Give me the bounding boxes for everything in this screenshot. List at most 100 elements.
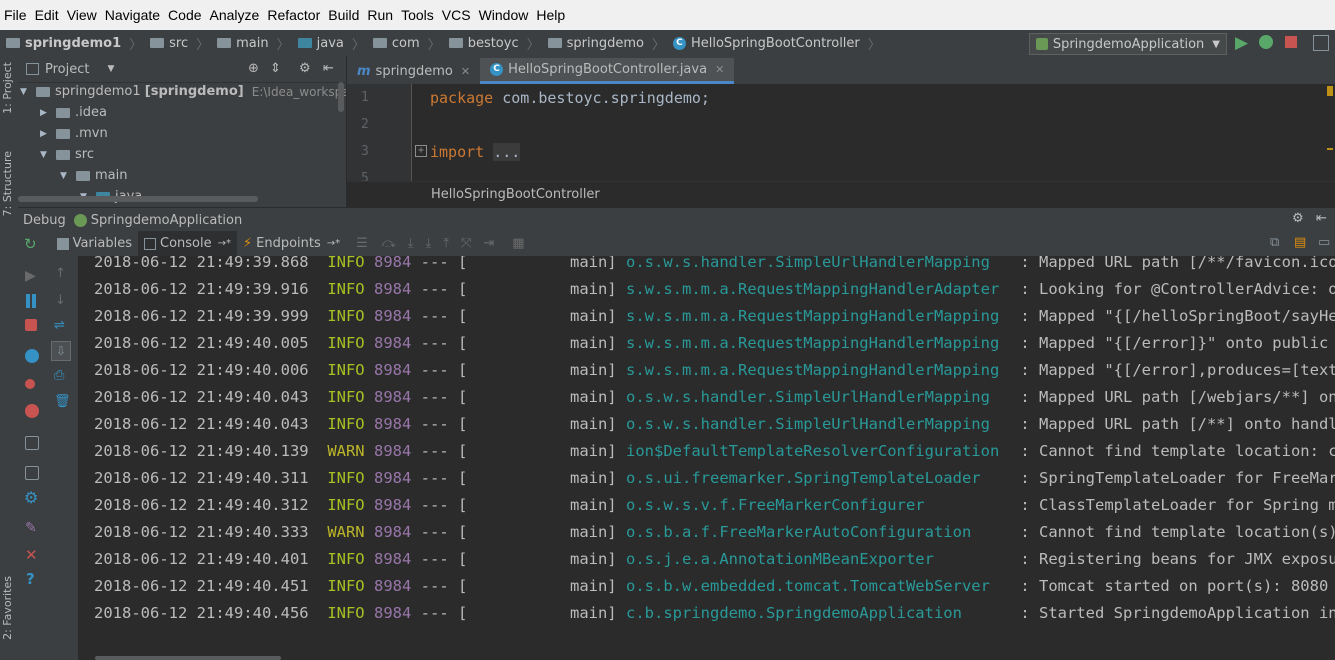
menu-help[interactable]: Help: [532, 7, 569, 23]
run-to-cursor-icon[interactable]: ⇥: [483, 236, 494, 251]
pin-icon[interactable]: →*: [327, 238, 340, 249]
pin-icon[interactable]: →*: [218, 238, 231, 249]
log-logger[interactable]: o.s.b.w.embedded.tomcat.TomcatWebServer: [626, 573, 1011, 600]
log-logger[interactable]: s.w.s.m.m.a.RequestMappingHandlerMapping: [626, 330, 1011, 357]
print-icon[interactable]: ⎙: [54, 368, 64, 383]
tree-item-project-root[interactable]: ▼ springdemo1 [springdemo] E:\Idea_works…: [20, 81, 346, 102]
log-logger[interactable]: ion$DefaultTemplateResolverConfiguration: [626, 438, 1011, 465]
breadcrumb-src[interactable]: src 〉: [150, 34, 209, 53]
menu-build[interactable]: Build: [324, 7, 363, 23]
gear-icon[interactable]: ⚙: [299, 61, 311, 76]
breadcrumb-main[interactable]: main 〉: [217, 34, 290, 53]
debug-icon[interactable]: [1259, 35, 1273, 49]
menu-run[interactable]: Run: [363, 7, 397, 23]
close-icon[interactable]: ✕: [715, 63, 724, 76]
settings-icon[interactable]: ▭: [1318, 235, 1330, 250]
force-step-into-icon[interactable]: ⤓: [425, 236, 431, 251]
log-logger[interactable]: o.s.ui.freemarker.SpringTemplateLoader: [626, 465, 1011, 492]
camera-icon[interactable]: [25, 436, 39, 450]
menu-code[interactable]: Code: [164, 7, 205, 23]
editor-breadcrumb-label[interactable]: HelloSpringBootController: [431, 187, 600, 202]
close-icon[interactable]: ✕: [25, 546, 38, 564]
pause-icon[interactable]: [26, 294, 30, 308]
tab-console[interactable]: Console →*: [138, 231, 237, 256]
log-logger[interactable]: o.s.w.s.handler.SimpleUrlHandlerMapping: [626, 384, 1011, 411]
clear-all-icon[interactable]: 🗑: [54, 394, 71, 409]
run-configuration-select[interactable]: SpringdemoApplication ▼: [1028, 33, 1227, 55]
code-editor[interactable]: 1 2 3 5 package com.bestoyc.springdemo; …: [347, 84, 1335, 181]
hide-icon[interactable]: ⇤: [1316, 211, 1327, 226]
console-output[interactable]: 2018-06-12 21:49:39.868 INFO 8984 --- [ …: [79, 256, 1335, 660]
tab-hello-controller[interactable]: C HelloSpringBootController.java ✕: [480, 58, 735, 84]
menu-navigate[interactable]: Navigate: [101, 7, 164, 23]
menu-view[interactable]: View: [63, 7, 101, 23]
debug-config-label[interactable]: SpringdemoApplication: [91, 213, 242, 228]
layout-icon[interactable]: [25, 466, 39, 480]
project-tool-tab[interactable]: 1: Project: [1, 62, 14, 114]
fold-expand-icon[interactable]: +: [415, 145, 427, 157]
tree-item-main[interactable]: ▼ main: [60, 165, 127, 186]
tree-item-idea[interactable]: ▶ .idea: [40, 102, 107, 123]
drop-frame-icon[interactable]: ⤧: [461, 236, 471, 251]
log-logger[interactable]: s.w.s.m.m.a.RequestMappingHandlerMapping: [626, 303, 1011, 330]
arrow-up-icon[interactable]: ↑: [55, 266, 66, 281]
chevron-down-icon[interactable]: ▼: [107, 64, 114, 74]
log-logger[interactable]: o.s.w.s.v.f.FreeMarkerConfigurer: [626, 492, 1011, 519]
gear-icon[interactable]: ⚙: [24, 488, 38, 507]
close-icon[interactable]: ✕: [461, 65, 470, 78]
breadcrumb-bestoyc[interactable]: bestoyc 〉: [448, 34, 540, 53]
log-logger[interactable]: o.s.w.s.handler.SimpleUrlHandlerMapping: [626, 411, 1011, 438]
stop-icon[interactable]: [1285, 36, 1297, 48]
log-logger[interactable]: s.w.s.m.m.a.RequestMappingHandlerMapping: [626, 357, 1011, 384]
resume-icon[interactable]: ▶: [25, 268, 39, 284]
structure-tool-tab[interactable]: 7: Structure: [1, 151, 14, 216]
collapse-icon[interactable]: ⇕: [270, 61, 281, 76]
menu-analyze[interactable]: Analyze: [206, 7, 264, 23]
arrow-down-icon[interactable]: ↓: [55, 293, 66, 308]
gear-icon[interactable]: ⚙: [1292, 211, 1304, 226]
tab-springdemo[interactable]: m springdemo ✕: [347, 58, 480, 84]
horizontal-scrollbar[interactable]: [18, 196, 258, 202]
log-logger[interactable]: s.w.s.m.m.a.RequestMappingHandlerAdapter: [626, 276, 1011, 303]
menu-edit[interactable]: Edit: [31, 7, 63, 23]
scroll-to-end-icon[interactable]: ⇩: [51, 341, 71, 361]
tree-item-src[interactable]: ▼ src: [40, 144, 94, 165]
breadcrumb-springdemo[interactable]: springdemo 〉: [547, 34, 665, 53]
pin-icon[interactable]: ✎: [25, 520, 37, 536]
step-over-icon[interactable]: ⤼: [382, 236, 396, 251]
log-logger[interactable]: c.b.springdemo.SpringdemoApplication: [626, 600, 1011, 627]
log-logger[interactable]: o.s.j.e.a.AnnotationMBeanExporter: [626, 546, 1011, 573]
step-into-icon[interactable]: ⤓: [408, 236, 414, 251]
help-icon[interactable]: ?: [26, 570, 35, 588]
favorites-tool-tab[interactable]: 2: Favorites: [1, 576, 14, 640]
log-logger[interactable]: o.s.w.s.handler.SimpleUrlHandlerMapping: [626, 256, 1011, 276]
tree-item-mvn[interactable]: ▶ .mvn: [40, 123, 108, 144]
warning-marker[interactable]: [1327, 86, 1333, 96]
show-frame-icon[interactable]: ☰: [356, 236, 368, 251]
breadcrumb-project[interactable]: springdemo1 〉: [6, 34, 142, 53]
locate-icon[interactable]: ⊕: [248, 61, 259, 76]
tab-endpoints[interactable]: ⚡ Endpoints →*: [237, 231, 346, 256]
mute-breakpoints-icon[interactable]: [25, 404, 39, 418]
layout-icon[interactable]: ▤: [1294, 235, 1306, 250]
project-structure-icon[interactable]: [1313, 35, 1329, 51]
stop-icon[interactable]: [25, 319, 37, 331]
step-out-icon[interactable]: ⤒: [443, 236, 449, 251]
folded-imports[interactable]: ...: [493, 143, 521, 161]
menu-tools[interactable]: Tools: [397, 7, 438, 23]
view-breakpoints-icon[interactable]: [25, 349, 39, 363]
rerun-icon[interactable]: ↻: [24, 235, 37, 253]
breadcrumb-java[interactable]: java 〉: [297, 34, 365, 53]
hide-icon[interactable]: ⇤: [323, 61, 334, 76]
warning-marker[interactable]: [1327, 148, 1333, 150]
breadcrumb-com[interactable]: com 〉: [372, 34, 441, 53]
evaluate-icon[interactable]: ▦: [512, 236, 524, 251]
tab-variables[interactable]: Variables: [51, 231, 138, 256]
log-logger[interactable]: o.s.b.a.f.FreeMarkerAutoConfiguration: [626, 519, 1011, 546]
project-pane-title[interactable]: Project: [45, 62, 89, 77]
breakpoint-icon[interactable]: [25, 379, 35, 389]
menu-vcs[interactable]: VCS: [438, 7, 475, 23]
run-icon[interactable]: ▶: [1235, 33, 1248, 53]
console-horizontal-scrollbar[interactable]: [95, 656, 281, 660]
menu-window[interactable]: Window: [475, 7, 533, 23]
